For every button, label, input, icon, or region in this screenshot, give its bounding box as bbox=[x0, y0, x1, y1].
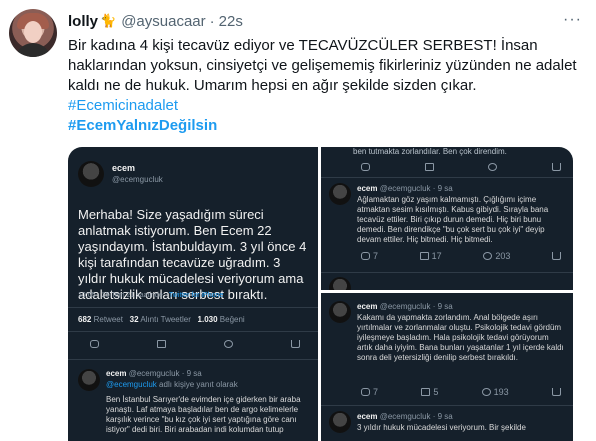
like-count: 203 bbox=[483, 251, 510, 261]
avatar-body bbox=[15, 43, 51, 57]
reply-count: 7 bbox=[361, 251, 378, 261]
share-icon bbox=[552, 387, 561, 397]
like-icon bbox=[224, 340, 233, 348]
retweet-count: 17 bbox=[419, 251, 442, 261]
embedded-avatar bbox=[329, 411, 351, 433]
avatar-face bbox=[24, 21, 42, 43]
cat-emoji-icon: 🐈 bbox=[100, 13, 117, 28]
embedded-header: ecem @ecemgucluk · 9 sa bbox=[357, 302, 453, 311]
media-image-right-top[interactable]: ben tutmakta zorlandılar. Ben çok dirend… bbox=[321, 147, 573, 290]
divider bbox=[68, 307, 318, 308]
embedded-reply-text: Ben İstanbul Sarıyer'de evimden içe gide… bbox=[106, 395, 301, 434]
tweet-header: lolly 🐈 @aysuacaar · 22s ··· bbox=[68, 11, 588, 31]
tweet-time[interactable]: 22s bbox=[219, 13, 243, 30]
media-grid: ecem @ecemgucluk Merhaba! Size yaşadığım… bbox=[68, 147, 573, 441]
embedded-tweet-text: Ağlamaktan göz yaşım kalmamıştı. Çığlığı… bbox=[357, 195, 549, 244]
tweet[interactable]: lolly 🐈 @aysuacaar · 22s ··· Bir kadına … bbox=[0, 0, 596, 441]
embedded-tweet-text: Kakamı da yapmakta zorlandım. Anal bölge… bbox=[357, 313, 564, 362]
reply-icon bbox=[90, 340, 99, 348]
embedded-actions bbox=[361, 163, 561, 171]
share-icon bbox=[551, 251, 561, 261]
reply-icon bbox=[361, 163, 370, 171]
divider bbox=[321, 272, 573, 273]
divider bbox=[321, 177, 573, 178]
embedded-reply-header: ecem @ecemgucluk · 9 sa bbox=[106, 369, 202, 378]
like-count: 193 bbox=[481, 387, 509, 397]
user-handle[interactable]: @aysuacaar bbox=[121, 13, 205, 30]
reply-to-line: @ecemgucluk adlı kişiye yanıt olarak bbox=[106, 380, 238, 389]
retweet-icon bbox=[157, 340, 166, 348]
share-icon bbox=[551, 163, 561, 171]
embedded-cut-text: ben tutmakta zorlandılar. Ben çok dirend… bbox=[353, 147, 507, 156]
share-icon bbox=[291, 340, 300, 348]
embedded-name: ecem bbox=[112, 163, 136, 173]
reply-count: 7 bbox=[361, 387, 378, 397]
hashtag-link[interactable]: #EcemYalnızDeğilsin bbox=[68, 116, 583, 136]
embedded-actions bbox=[90, 340, 300, 348]
embedded-header: ecem @ecemgucluk · 9 sa bbox=[357, 412, 453, 421]
tweet-text: Bir kadına 4 kişi tecavüz ediyor ve TECA… bbox=[68, 36, 583, 136]
media-image-left[interactable]: ecem @ecemgucluk Merhaba! Size yaşadığım… bbox=[68, 147, 318, 441]
retweet-icon bbox=[424, 163, 434, 171]
embedded-avatar bbox=[329, 183, 351, 205]
more-options-icon[interactable]: ··· bbox=[563, 11, 582, 29]
embedded-actions: 7 17 203 bbox=[361, 251, 561, 261]
embedded-meta: 10:05 · 25 Tem 21 saatinde · Twitter for… bbox=[78, 292, 224, 299]
embedded-avatar bbox=[329, 301, 351, 323]
embedded-header: ecem @ecemgucluk · 9 sa bbox=[357, 184, 453, 193]
media-image-right-bottom[interactable]: ecem @ecemgucluk · 9 sa Kakamı da yapmak… bbox=[321, 293, 573, 441]
divider bbox=[68, 331, 318, 332]
hashtag-link[interactable]: #Ecemicinadalet bbox=[68, 96, 583, 116]
embedded-avatar bbox=[329, 277, 351, 290]
avatar[interactable] bbox=[9, 9, 57, 57]
separator-dot: · bbox=[209, 12, 215, 30]
embedded-handle: @ecemgucluk bbox=[112, 175, 163, 184]
retweet-count: 5 bbox=[421, 387, 438, 397]
embedded-tweet-text: 3 yıldır hukuk mücadelesi veriyorum. Bir… bbox=[357, 423, 526, 432]
divider bbox=[321, 405, 573, 406]
like-icon bbox=[488, 163, 498, 171]
embedded-avatar bbox=[78, 161, 104, 187]
tweet-body: Bir kadına 4 kişi tecavüz ediyor ve TECA… bbox=[68, 37, 577, 94]
embedded-actions: 7 5 193 bbox=[361, 387, 561, 397]
divider bbox=[68, 359, 318, 360]
display-name[interactable]: lolly bbox=[68, 13, 98, 30]
embedded-tweet-text: Merhaba! Size yaşadığım süreci anlatmak … bbox=[78, 207, 307, 302]
embedded-stats: 682 Retweet 32 Alıntı Tweetler 1.030 Beğ… bbox=[78, 315, 245, 324]
embedded-reply-avatar bbox=[78, 369, 100, 391]
